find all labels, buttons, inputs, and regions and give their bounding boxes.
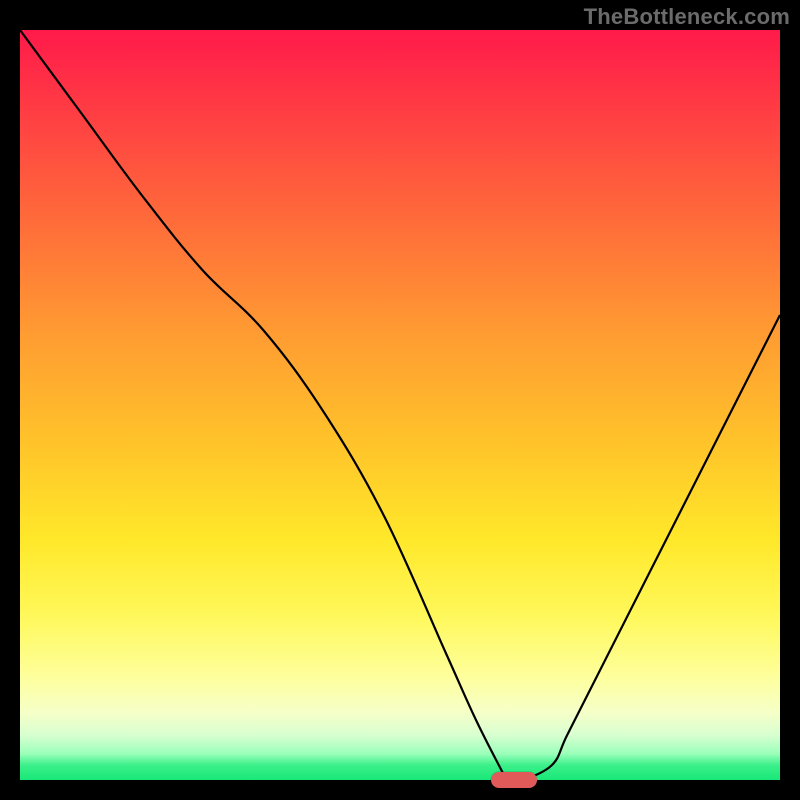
plot-area xyxy=(20,30,780,780)
curve-svg xyxy=(20,30,780,780)
chart-frame: TheBottleneck.com xyxy=(0,0,800,800)
bottleneck-curve xyxy=(20,30,780,780)
optimal-marker xyxy=(491,772,537,788)
watermark-text: TheBottleneck.com xyxy=(584,4,790,30)
